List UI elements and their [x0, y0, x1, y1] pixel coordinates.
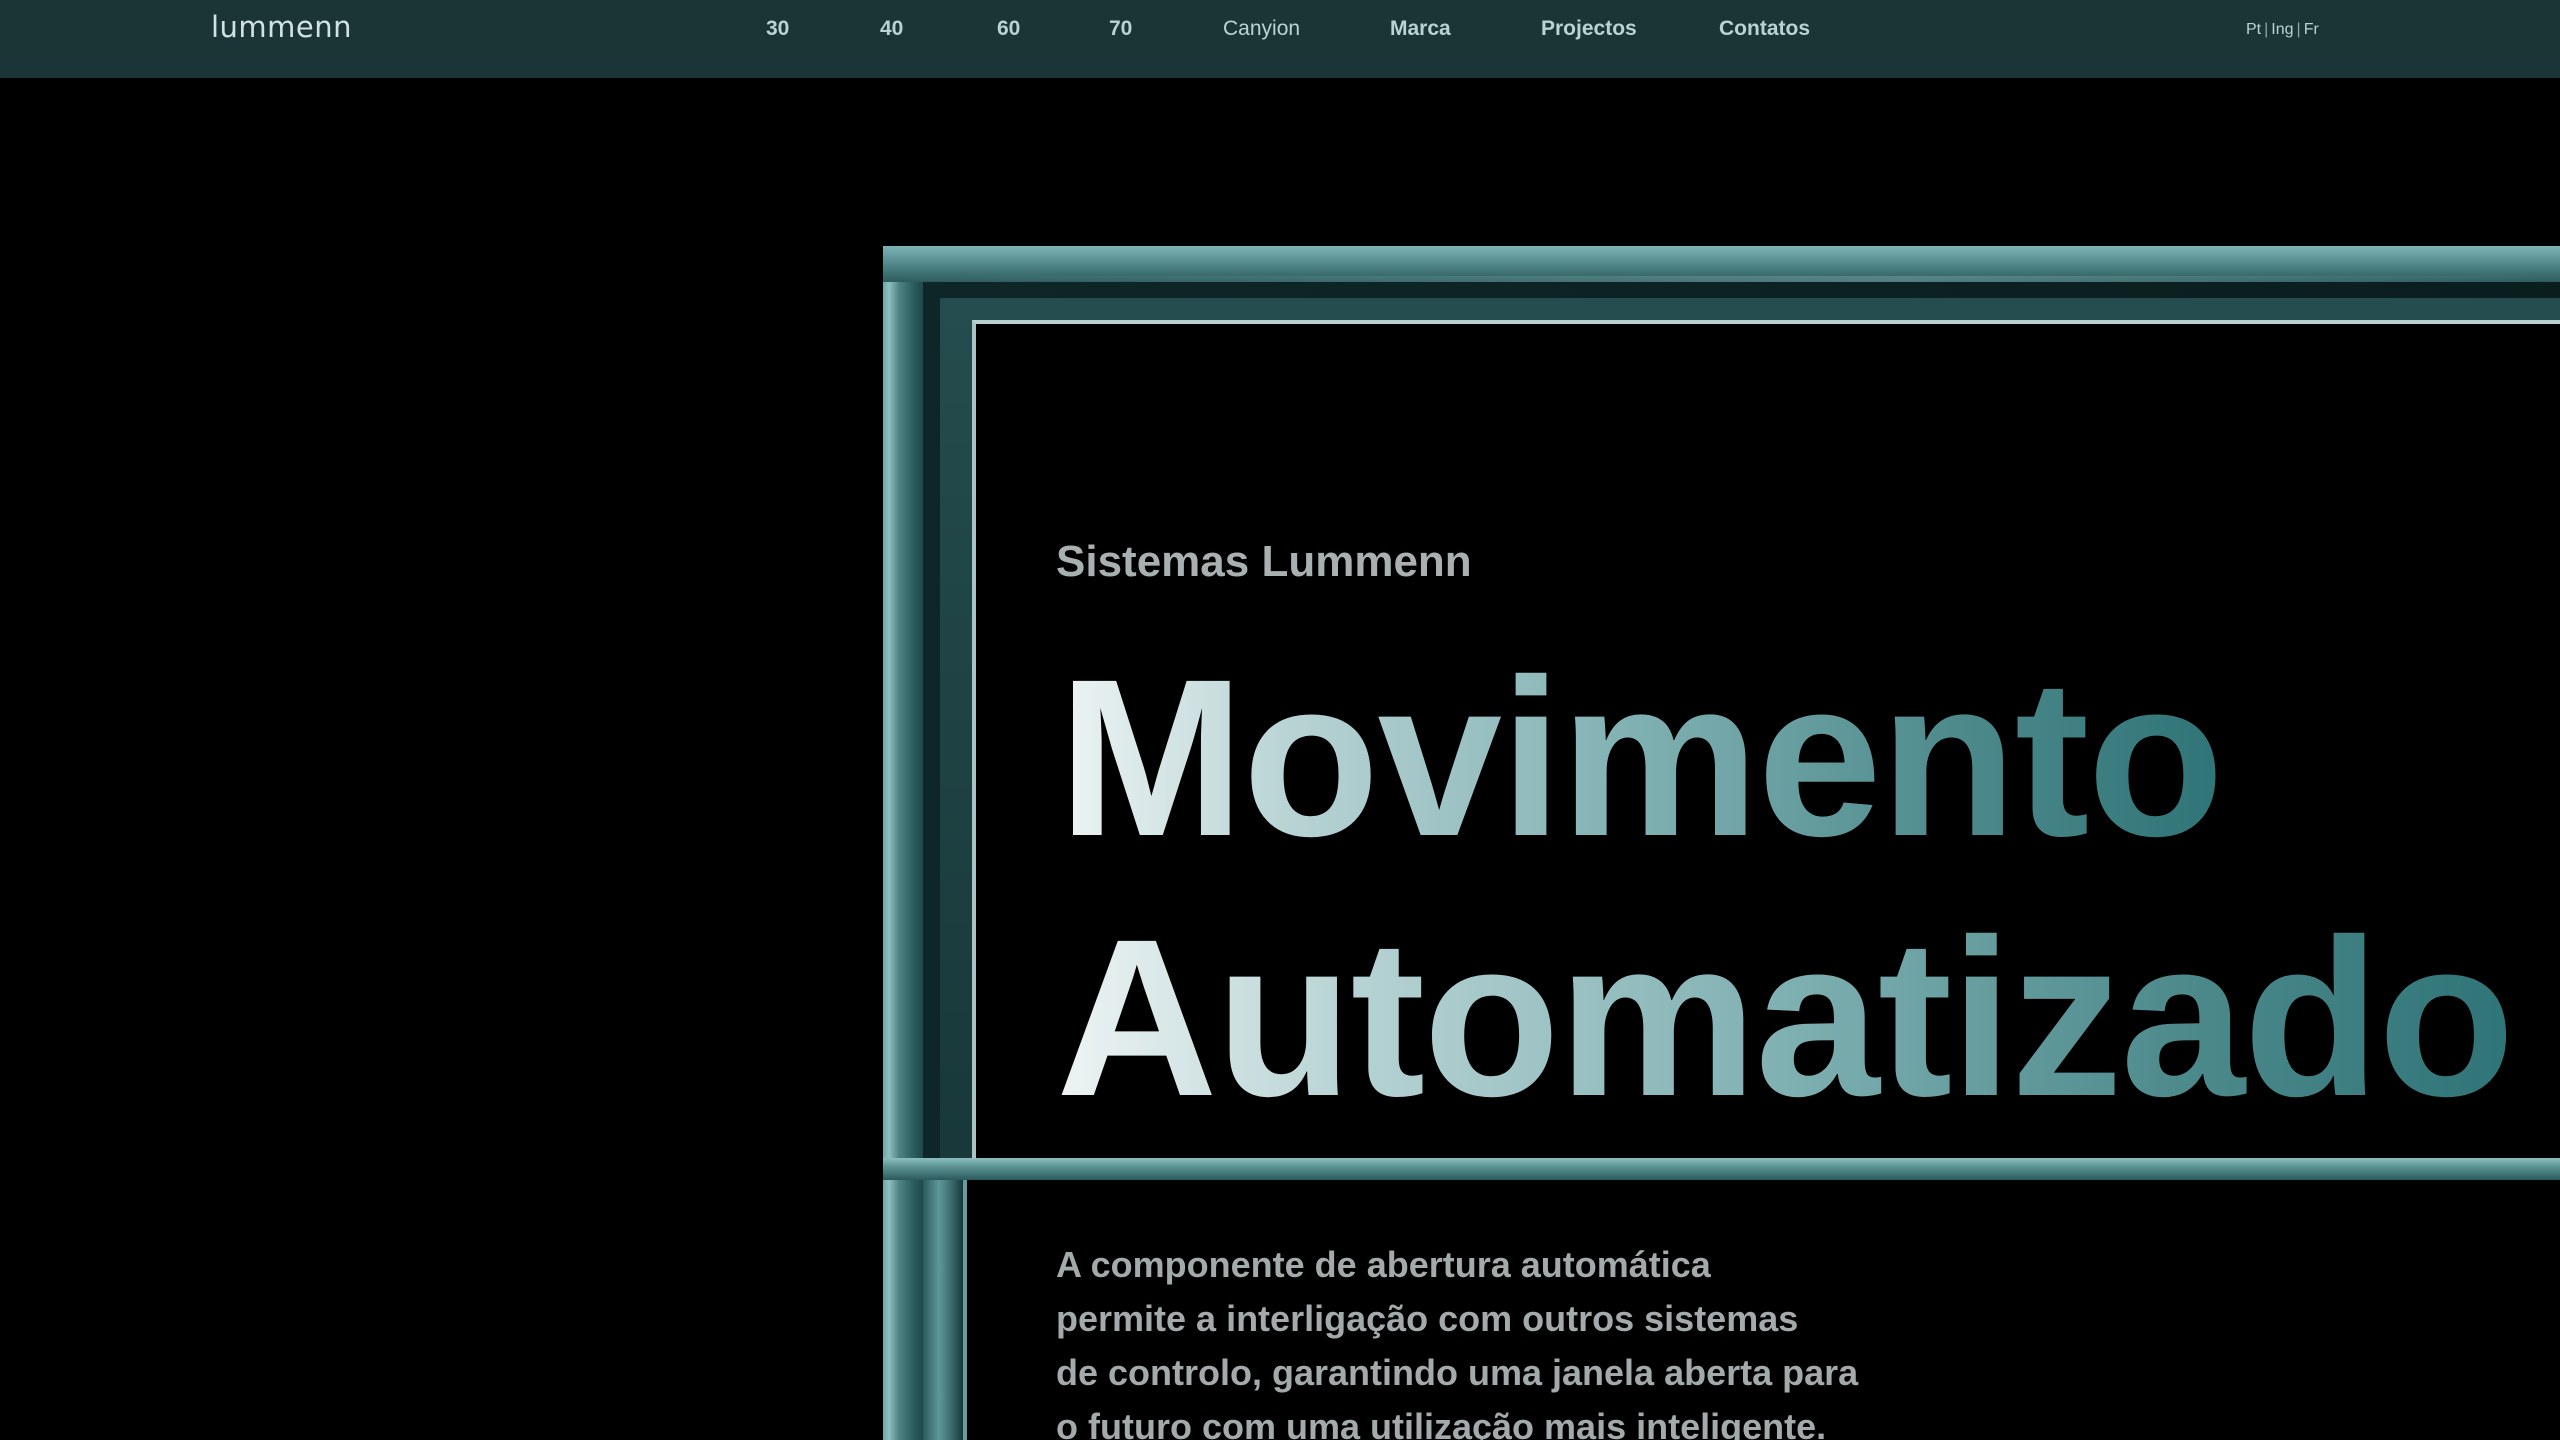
nav-item-projectos[interactable]: Projectos: [1541, 17, 1637, 41]
page: lummenn 30 40 60 70 Canyion Marca Projec…: [0, 0, 2560, 1440]
hero-title-line-1: Movimento: [1058, 633, 2224, 883]
language-option-pt[interactable]: Pt: [2246, 21, 2261, 38]
language-separator: |: [2296, 21, 2301, 38]
brand-logo[interactable]: lummenn: [211, 10, 352, 44]
nav-item-contatos[interactable]: Contatos: [1719, 17, 1810, 41]
hero-description: A componente de abertura automática perm…: [1056, 1238, 1976, 1440]
hero-description-line: de controlo, garantindo uma janela abert…: [1056, 1352, 1859, 1393]
nav-item-40[interactable]: 40: [880, 17, 903, 41]
nav-item-70[interactable]: 70: [1109, 17, 1132, 41]
hero-title-line-2: Automatizado: [1056, 893, 2515, 1143]
window-frame-top-profile: [883, 246, 2560, 282]
top-navigation-bar: lummenn 30 40 60 70 Canyion Marca Projec…: [0, 0, 2560, 78]
language-option-fr[interactable]: Fr: [2304, 21, 2319, 38]
language-separator: |: [2264, 21, 2269, 38]
hero-description-line: o futuro com uma utilização mais intelig…: [1056, 1406, 1827, 1440]
hero-eyebrow: Sistemas Lummenn: [1056, 537, 1472, 586]
nav-item-60[interactable]: 60: [997, 17, 1020, 41]
nav-item-canyion[interactable]: Canyion: [1223, 17, 1300, 41]
hero-description-line: permite a interligação com outros sistem…: [1056, 1298, 1799, 1339]
nav-item-marca[interactable]: Marca: [1390, 17, 1451, 41]
nav-item-30[interactable]: 30: [766, 17, 789, 41]
window-lower-left-profile: [923, 1180, 963, 1440]
language-switcher: Pt | Ing | Fr: [2246, 21, 2319, 39]
language-option-ing[interactable]: Ing: [2271, 21, 2293, 38]
window-transom-bar: [883, 1158, 2560, 1180]
window-frame-left-profile: [883, 246, 923, 1440]
hero-description-line: A componente de abertura automática: [1056, 1244, 1711, 1285]
